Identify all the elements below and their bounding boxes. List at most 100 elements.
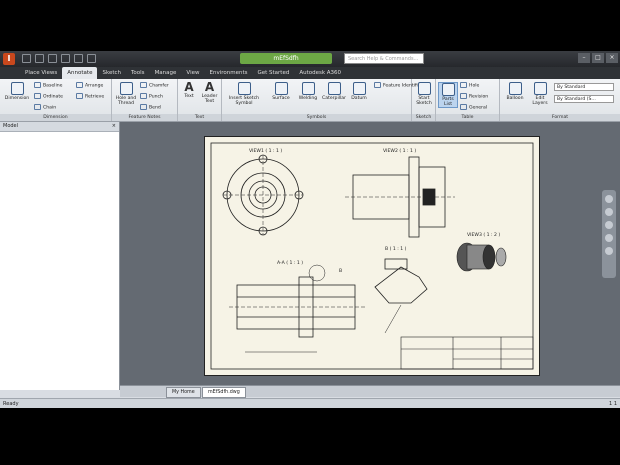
balloon-button[interactable]: Balloon: [504, 82, 526, 101]
baseline-button[interactable]: Baseline: [34, 82, 62, 89]
arrange-button[interactable]: Arrange: [76, 82, 103, 89]
panel-dimension: Dimension Baseline Ordinate Chain Arrang…: [0, 79, 112, 121]
zoom-icon[interactable]: [605, 221, 613, 229]
parts-list-icon: [441, 83, 455, 96]
view2-label[interactable]: VIEW2 ( 1 : 1 ): [383, 149, 416, 154]
edit-layers-button[interactable]: Edit Layers: [530, 82, 550, 106]
look-at-icon[interactable]: [605, 247, 613, 255]
panel-title-symbols: Symbols: [222, 114, 411, 121]
tab-annotate[interactable]: Annotate: [62, 67, 98, 79]
dimension-button[interactable]: Dimension: [2, 82, 32, 101]
welding-button[interactable]: Welding: [296, 82, 320, 101]
sketch-symbol-icon: [237, 82, 251, 95]
surface-icon: [274, 82, 288, 95]
view3-label[interactable]: VIEW3 ( 1 : 2 ): [467, 233, 500, 238]
minimize-icon[interactable]: –: [578, 53, 590, 63]
revision-button[interactable]: Revision: [460, 93, 488, 100]
start-sketch-button[interactable]: Start Sketch: [413, 82, 435, 106]
browser-title[interactable]: Model: [3, 123, 18, 129]
chain-button[interactable]: Chain: [34, 104, 56, 111]
redo-icon[interactable]: [74, 54, 83, 63]
ordinate-button[interactable]: Ordinate: [34, 93, 63, 100]
datum-button[interactable]: Datum: [348, 82, 370, 101]
steering-wheel-icon[interactable]: [605, 195, 613, 203]
maximize-icon[interactable]: □: [592, 53, 604, 63]
panel-title-format: Format: [500, 114, 620, 121]
graphics-canvas[interactable]: VIEW1 ( 1 : 1 ) VIEW2 ( 1 : 1 ) A-A ( 1 …: [120, 122, 620, 390]
document-tab-bar: My Home mEfSdfh.dwg: [120, 385, 620, 398]
new-icon[interactable]: [22, 54, 31, 63]
tab-my-home[interactable]: My Home: [166, 387, 201, 398]
drawing-svg: [210, 142, 534, 370]
tab-place-views[interactable]: Place Views: [20, 67, 62, 79]
leader-text-icon: A: [204, 80, 215, 94]
text-button[interactable]: A Text: [180, 81, 198, 100]
caterpillar-button[interactable]: Caterpillar: [322, 82, 346, 101]
hole-thread-button[interactable]: Hole and Thread: [114, 82, 138, 106]
surface-button[interactable]: Surface: [268, 82, 294, 101]
bend-icon: [140, 104, 147, 110]
bend-button[interactable]: Bend: [140, 104, 161, 111]
undo-icon[interactable]: [61, 54, 70, 63]
close-icon[interactable]: ×: [606, 53, 618, 63]
tab-manage[interactable]: Manage: [150, 67, 182, 79]
baseline-icon: [34, 82, 41, 88]
save-icon[interactable]: [48, 54, 57, 63]
status-counter: 1 1: [609, 401, 617, 407]
detail-b-label[interactable]: B ( 1 : 1 ): [385, 247, 406, 252]
title-block: [400, 336, 534, 370]
tab-view[interactable]: View: [181, 67, 204, 79]
panel-format: Balloon Edit Layers By Standard By Stand…: [500, 79, 620, 121]
ordinate-icon: [34, 93, 41, 99]
view1-label[interactable]: VIEW1 ( 1 : 1 ): [249, 149, 282, 154]
style-dropdown[interactable]: By Standard: [554, 83, 614, 91]
inventor-window: I mEfSdfh Search Help & Commands... – □ …: [0, 51, 620, 408]
open-icon[interactable]: [35, 54, 44, 63]
retrieve-button[interactable]: Retrieve: [76, 93, 104, 100]
tab-environments[interactable]: Environments: [204, 67, 252, 79]
drawing-sheet[interactable]: VIEW1 ( 1 : 1 ) VIEW2 ( 1 : 1 ) A-A ( 1 …: [204, 136, 540, 376]
navigation-bar: [602, 190, 616, 278]
print-icon[interactable]: [87, 54, 96, 63]
punch-icon: [140, 93, 147, 99]
panel-sketch: Start Sketch Sketch: [412, 79, 436, 121]
view3-isometric: [456, 242, 507, 272]
balloon-icon: [508, 82, 522, 95]
hole-table-icon: [460, 82, 467, 88]
status-bar: Ready 1 1: [0, 398, 620, 408]
orbit-icon[interactable]: [605, 234, 613, 242]
layer-dropdown[interactable]: By Standard (S...: [554, 95, 614, 103]
revision-icon: [460, 93, 467, 99]
general-table-icon: [460, 104, 467, 110]
general-table-button[interactable]: General: [460, 104, 487, 111]
hole-table-button[interactable]: Hole: [460, 82, 479, 89]
tab-tools[interactable]: Tools: [126, 67, 150, 79]
retrieve-icon: [76, 93, 83, 99]
help-search-input[interactable]: Search Help & Commands...: [344, 53, 424, 64]
title-bar: I mEfSdfh Search Help & Commands... – □ …: [0, 51, 620, 67]
status-text: Ready: [3, 401, 19, 407]
section-aa-label[interactable]: A-A ( 1 : 1 ): [277, 261, 303, 266]
detail-b: [374, 258, 428, 334]
parts-list-button[interactable]: Parts List: [438, 82, 458, 108]
tab-get-started[interactable]: Get Started: [252, 67, 294, 79]
section-a-a: [229, 264, 365, 353]
leader-text-button[interactable]: A Leader Text: [199, 80, 220, 105]
panel-feature-notes: Hole and Thread Chamfer Punch Bend Featu…: [112, 79, 178, 121]
panel-table: Parts List Hole Revision General Table: [436, 79, 500, 121]
punch-button[interactable]: Punch: [140, 93, 163, 100]
view2-side-profile: [345, 156, 455, 238]
chamfer-button[interactable]: Chamfer: [140, 82, 169, 89]
tab-sketch[interactable]: Sketch: [97, 67, 126, 79]
pan-icon[interactable]: [605, 208, 613, 216]
tab-autodesk-a360[interactable]: Autodesk A360: [294, 67, 346, 79]
browser-header: Model ×: [0, 122, 119, 132]
app-logo-icon[interactable]: I: [3, 53, 15, 65]
caterpillar-icon: [327, 82, 341, 95]
datum-icon: [352, 82, 366, 95]
browser-close-icon[interactable]: ×: [112, 122, 116, 131]
tab-drawing-document[interactable]: mEfSdfh.dwg: [202, 387, 246, 398]
insert-sketch-symbol-button[interactable]: Insert Sketch Symbol: [224, 82, 264, 106]
welding-icon: [301, 82, 315, 95]
panel-title-table: Table: [436, 114, 499, 121]
